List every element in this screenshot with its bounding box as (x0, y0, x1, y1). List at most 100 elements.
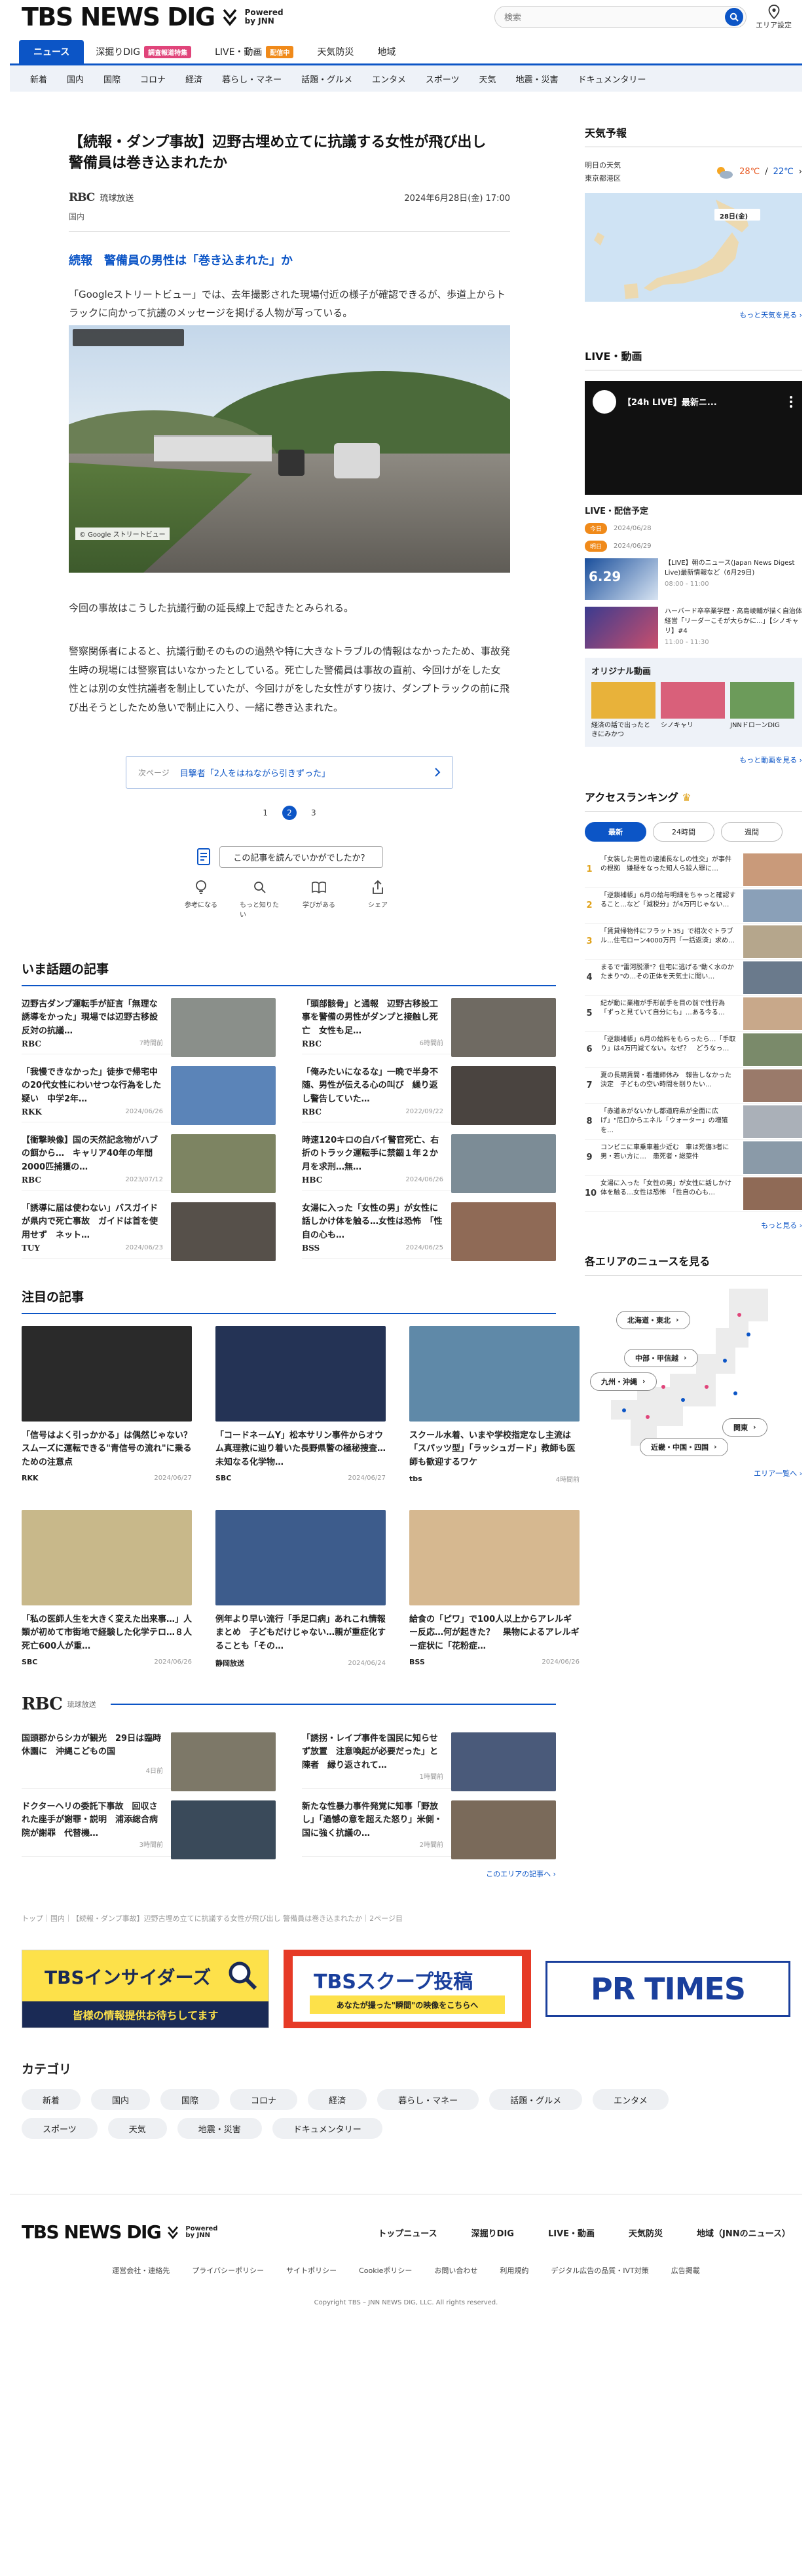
gnav-news[interactable]: ニュース (19, 40, 84, 63)
original-video-item[interactable]: JNNドローンDIG (730, 681, 794, 740)
subnav-item[interactable]: ドキュメンタリー (568, 73, 656, 85)
footer-sub-link[interactable]: 広告掲載 (671, 2265, 700, 2276)
hot-article-item[interactable]: 「俺みたいになるな」一晩で半身不随、男性が伝える心の叫び 繰り返し警告していた…… (302, 1054, 556, 1126)
video-more-link[interactable]: もっと動画を見る › (585, 755, 802, 765)
regional-article-item[interactable]: 国頭郡から​シカが観光 29日は臨時休園に 沖縄こどもの国 4日前 (22, 1721, 276, 1792)
area-more-link[interactable]: エリア一覧へ › (585, 1468, 802, 1478)
weather-map[interactable]: 28日(金) (585, 192, 802, 302)
subnav-item[interactable]: 暮らし・マネー (212, 73, 291, 85)
subnav-item[interactable]: 新着 (20, 73, 57, 85)
article-source[interactable]: RBC 琉球放送 (69, 191, 134, 204)
footer-link[interactable]: 天気防災 (629, 2227, 663, 2239)
page-link[interactable]: 3 (311, 808, 316, 817)
subnav-item[interactable]: 話題・グルメ (291, 73, 362, 85)
ranking-more-link[interactable]: もっと見る › (585, 1220, 802, 1230)
schedule-item[interactable]: ハーバード卒卒業学歴・高島崚輔が描く自治体経営「リーダーこそが大らかに...」【… (585, 606, 802, 649)
category-chip[interactable]: 経済 (308, 2089, 367, 2111)
page-link-current[interactable]: 2 (282, 806, 297, 821)
footer-sub-link[interactable]: お問い合わせ (434, 2265, 477, 2276)
area-button-kyushu[interactable]: 九州・沖縄 › (590, 1372, 657, 1391)
ranking-tab-latest[interactable]: 最新 (585, 821, 646, 842)
page-link[interactable]: 1 (263, 808, 268, 817)
gnav-region[interactable]: 地域 (365, 40, 407, 63)
reaction-learn[interactable]: 学びがある (299, 880, 339, 919)
subnav-item[interactable]: 経済 (175, 73, 212, 85)
ranking-item[interactable]: 1 「女装した男性の逮捕長なしの性交」が事件の根拠 嫌疑をなった知人ら殺人罪に… (585, 852, 802, 888)
featured-article-card[interactable]: スクール水着、いまや学校指定なし主流は「スパッツ型」「ラッシュガード」教師も医師… (409, 1326, 580, 1484)
hot-article-item[interactable]: 「誘導に届は使わない」バスガイドが県内で死亡事故 ガイドは首を使用せず ネット…… (22, 1190, 276, 1262)
gnav-live[interactable]: LIVE・動画 配信中 (203, 40, 305, 63)
ranking-item[interactable]: 3 「賃貸帰物件にフラット35」で相次ぐトラブル…住宅ローン4000万円「一括返済… (585, 924, 802, 960)
prtimes-banner[interactable]: PR TIMES (545, 1961, 790, 2018)
insiders-banner[interactable]: TBSインサイダーズ 皆様の情報提供お待ちしてます (22, 1950, 269, 2029)
footer-sub-link[interactable]: Cookieポリシー (359, 2265, 412, 2276)
ranking-item[interactable]: 10 女湯に入った「女性の男」が女性に話しかけ体を触る…女性は恐怖 「性自の心も… (585, 1176, 802, 1212)
ranking-item[interactable]: 7 夏の長期賃間・看護師休み 報告しなかった決定 子どもの空い時間を削りたい… (585, 1068, 802, 1104)
area-button-hokkaido-tohoku[interactable]: 北海道・東北 › (616, 1310, 690, 1329)
area-button-kanto[interactable]: 関東 › (722, 1418, 767, 1437)
hot-article-item[interactable]: 女湯に入った「女性の男」が女性に話しかけ体を触る…女性は恐怖 「性自の心も… BS… (302, 1190, 556, 1262)
subnav-item[interactable]: 国内 (57, 73, 94, 85)
footer-sub-link[interactable]: サイトポリシー (286, 2265, 337, 2276)
scoop-banner[interactable]: TBSスクープ投稿 あなたが撮った"瞬間"の映像をこちらへ (283, 1950, 531, 2029)
footer-link[interactable]: トップニュース (378, 2227, 437, 2239)
gnav-deep-dig[interactable]: 深掘りDIG 調査報道特集 (84, 40, 203, 63)
hot-article-item[interactable]: 【衝撃映像】国の天然記念物がハブの餌から… キャリア40年の年間2000匹捕獲の… (22, 1122, 276, 1194)
area-button-kinki[interactable]: 近畿・中国・四国 › (640, 1437, 728, 1456)
live-video-player[interactable]: 【24h LIVE】最新ニ... (585, 380, 802, 495)
footer-logo[interactable]: TBS NEWS DIG Powered by JNN (22, 2223, 217, 2242)
reaction-helpful[interactable]: 参考になる (181, 880, 221, 919)
search-input[interactable] (504, 12, 714, 22)
category-chip[interactable]: 国際 (160, 2089, 220, 2111)
category-chip[interactable]: 地震・災害 (177, 2118, 262, 2139)
featured-article-card[interactable]: 「私の医師人生を大きく変えた出来事…」人類が初めて市街地で経験した化学テロ…８人… (22, 1510, 192, 1668)
next-page-link[interactable]: 次ページ 目撃者「2人をはねながら引きずった」 (126, 756, 453, 789)
category-chip[interactable]: ドキュメンタリー (272, 2118, 382, 2139)
subnav-item[interactable]: スポーツ (416, 73, 470, 85)
hot-article-item[interactable]: 時速120キロの白バイ警官死亡、右折のトラック運転手に禁錮１年２か月を求刑…無…… (302, 1122, 556, 1194)
search-button[interactable] (725, 8, 743, 26)
hot-article-item[interactable]: 辺野古ダンプ運転手が証言「無理な誘導をかった」現場では辺野古移設反対の抗議… RB… (22, 986, 276, 1058)
schedule-item[interactable]: 6.29 【LIVE】朝のニュース(Japan News Digest Live… (585, 558, 802, 600)
ranking-item[interactable]: 4 まるで"雷河脱漂"？住宅に逃げる"動く水のかたまり"の…その正体を天気士に聞い… (585, 960, 802, 996)
regional-article-item[interactable]: ドクターヘリの委託下事故 回収された座手が謝罪・説明 浦添総合病院が謝罪 代替機… (22, 1789, 276, 1860)
featured-article-card[interactable]: 給食の「ピワ」で100人以上からアレルギー反応…何が起きた？ 果物によるアレルギ… (409, 1510, 580, 1668)
subnav-item[interactable]: 天気 (469, 73, 506, 85)
subnav-item[interactable]: 地震・災害 (506, 73, 568, 85)
footer-link[interactable]: 地域（JNNのニュース） (697, 2227, 790, 2239)
category-chip[interactable]: 暮らし・マネー (377, 2089, 479, 2111)
category-chip[interactable]: エンタメ (593, 2089, 669, 2111)
area-setting-button[interactable]: エリア設定 (756, 4, 792, 30)
ranking-item[interactable]: 5 紀が動に業権が手形前手を目の前で性行為「ずっと見ていて自分にも」…ある今る… (585, 996, 802, 1032)
weather-more-link[interactable]: もっと天気を見る › (585, 310, 802, 320)
category-chip[interactable]: 国内 (91, 2089, 151, 2111)
area-button-chubu[interactable]: 中部・甲信越 › (624, 1348, 698, 1367)
footer-sub-link[interactable]: デジタル広告の品質・IVT対策 (551, 2265, 648, 2276)
ranking-item[interactable]: 8 「赤道あがないかし都道府県が全面に広げ」"尼口からエネル「ウォーター」の増殖を… (585, 1104, 802, 1140)
footer-link[interactable]: LIVE・動画 (548, 2227, 595, 2239)
original-video-item[interactable]: シノキャリ (661, 681, 725, 740)
footer-sub-link[interactable]: 利用規約 (500, 2265, 528, 2276)
footer-sub-link[interactable]: プライバシーポリシー (192, 2265, 264, 2276)
ranking-tab-24h[interactable]: 24時間 (653, 821, 714, 842)
regional-more-link[interactable]: このエリアの記事へ › (10, 1869, 568, 1879)
gnav-weather[interactable]: 天気防災 (305, 40, 365, 63)
regional-article-item[interactable]: 新たな性暴力事件発覚に知事「野放し」「過憾の意を超えた怒り」米側・国に強く抗議の… (302, 1789, 556, 1860)
category-chip[interactable]: 話題・グルメ (489, 2089, 583, 2111)
original-video-item[interactable]: 経済の話で出ったときにみかつ (591, 681, 655, 740)
regional-article-item[interactable]: 「誘拐・レイプ事件を国民に知らせず放置 注意喚起が必要だった」と陳者 縁り返され… (302, 1721, 556, 1792)
ranking-tab-weekly[interactable]: 週間 (721, 821, 783, 842)
hot-article-item[interactable]: 「我慢できなかった」徒歩で帰宅中の20代女性にわいせつな行為をした疑い 中学2年… (22, 1054, 276, 1126)
ranking-item[interactable]: 6 「逆鎖補帳」6月の給料をもらったら…「手取り」は4万円減てない。なぜ？ どうな… (585, 1032, 802, 1068)
featured-article-card[interactable]: 「信号はよく引っかかる」は偶然じゃない？スムーズに運転できる"青信号の流れ"に乗… (22, 1326, 192, 1484)
category-chip[interactable]: 新着 (22, 2089, 81, 2111)
weather-temp[interactable]: 28℃/22℃ › (714, 165, 802, 179)
hot-article-item[interactable]: 「頭部骸骨」と通報 辺野古移設工事を警備の男性がダンプと接触し死亡 女性も足… R… (302, 986, 556, 1058)
footer-link[interactable]: 深掘りDIG (471, 2227, 514, 2239)
reaction-share[interactable]: シェア (358, 880, 398, 919)
subnav-item[interactable]: 国際 (94, 73, 130, 85)
category-chip[interactable]: コロナ (230, 2089, 298, 2111)
reaction-more[interactable]: もっと知りたい (240, 880, 280, 919)
ranking-item[interactable]: 2 「逆鎖補帳」6月の給与明細をちゃっと確認すること…など「減税分」が4万円じゃな… (585, 888, 802, 924)
category-chip[interactable]: 天気 (107, 2118, 167, 2139)
